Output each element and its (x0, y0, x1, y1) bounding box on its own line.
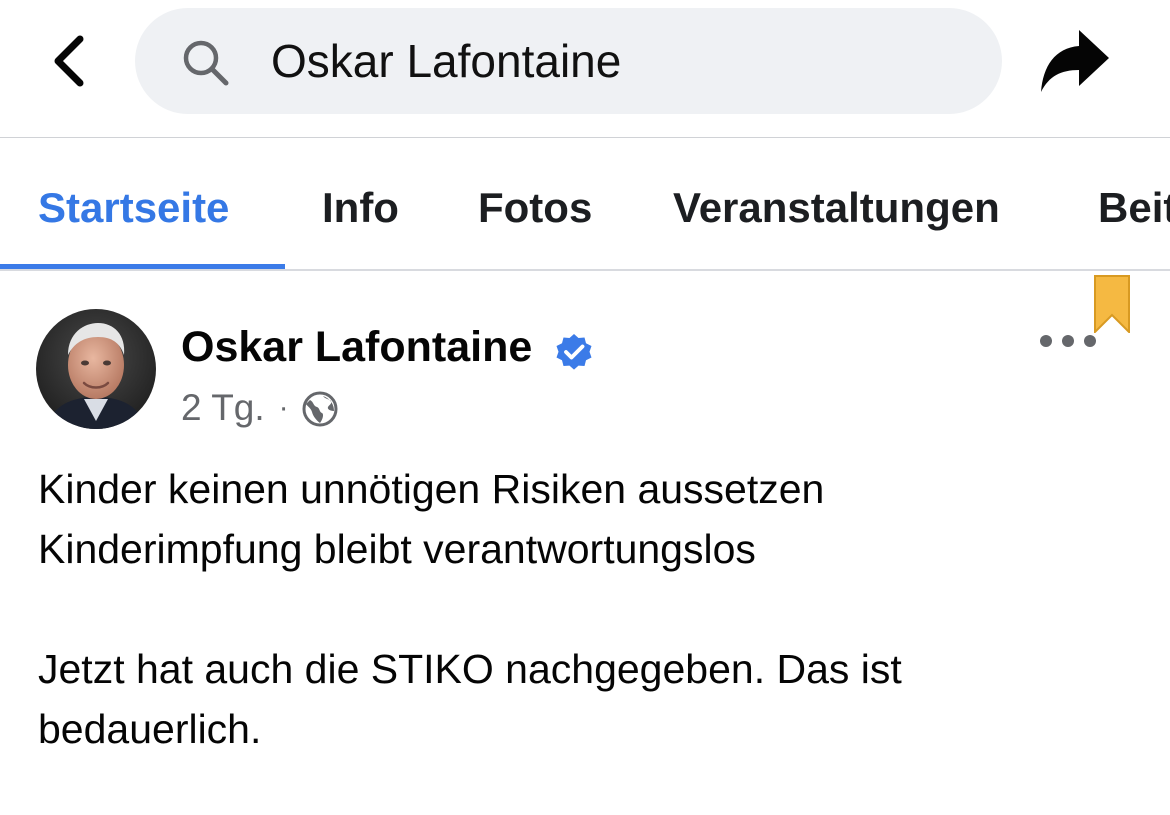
share-button[interactable] (1032, 20, 1118, 100)
tab-veranstaltungen[interactable]: Veranstaltungen (673, 138, 1000, 269)
dot-icon (1062, 335, 1074, 347)
tab-info[interactable]: Info (322, 138, 399, 269)
share-arrow-icon (1041, 30, 1109, 92)
verified-badge-icon (556, 334, 592, 370)
bookmark-icon[interactable] (1094, 275, 1130, 333)
search-input[interactable]: Oskar Lafontaine (135, 8, 1002, 114)
post-text: Kinder keinen unnötigen Risiken aussetze… (38, 459, 1138, 759)
post-time[interactable]: 2 Tg. (181, 387, 265, 429)
post-text-line: Kinderimpfung bleibt verantwortungslos (38, 526, 756, 572)
chevron-left-icon (54, 35, 84, 87)
back-button[interactable] (40, 26, 100, 96)
dot-icon (1084, 335, 1096, 347)
tab-startseite[interactable]: Startseite (38, 138, 229, 269)
post-author-name[interactable]: Oskar Lafontaine (181, 323, 532, 372)
search-icon (183, 40, 229, 86)
paragraph-break (38, 579, 1138, 639)
post-card: Oskar Lafontaine 2 Tg. · Kinder keinen u… (0, 271, 1170, 815)
globe-icon (302, 391, 338, 427)
post-text-line: bedauerlich. (38, 706, 262, 752)
post-text-line: Jetzt hat auch die STIKO nachgegeben. Da… (38, 646, 902, 692)
meta-separator: · (278, 391, 289, 424)
post-text-line: Kinder keinen unnötigen Risiken aussetze… (38, 466, 825, 512)
post-more-options-button[interactable] (1040, 329, 1096, 353)
dot-icon (1040, 335, 1052, 347)
avatar[interactable] (36, 309, 156, 429)
page-tabs: Startseite Info Fotos Veranstaltungen Be… (0, 138, 1170, 271)
tab-beitraege[interactable]: Beit (1098, 138, 1170, 269)
post-meta: 2 Tg. · (181, 387, 339, 429)
search-value: Oskar Lafontaine (271, 35, 622, 87)
active-tab-indicator (0, 264, 285, 269)
tab-fotos[interactable]: Fotos (478, 138, 592, 269)
profile-photo (36, 309, 156, 429)
app-screen: Oskar Lafontaine Startseite Info Fotos V… (0, 0, 1170, 815)
top-bar: Oskar Lafontaine (0, 0, 1170, 138)
